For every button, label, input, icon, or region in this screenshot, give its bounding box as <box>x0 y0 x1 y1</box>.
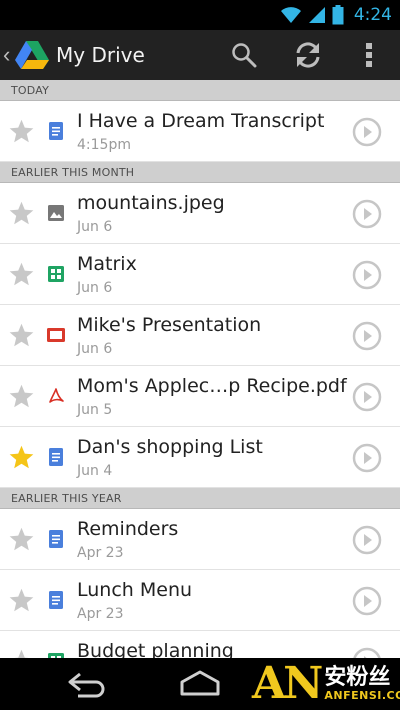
file-date: Apr 23 <box>77 545 124 561</box>
file-title: Budget planning <box>77 640 234 658</box>
file-date: Jun 6 <box>77 219 113 235</box>
document-icon <box>47 530 65 548</box>
star-icon[interactable] <box>8 444 35 471</box>
star-icon[interactable] <box>8 322 35 349</box>
file-date: 4:15pm <box>77 137 131 153</box>
up-navigation-icon[interactable]: ‹ <box>3 44 13 66</box>
file-title: Mike's Presentation <box>77 314 262 336</box>
document-icon <box>47 122 65 140</box>
home-icon[interactable] <box>176 668 224 700</box>
overflow-menu-button[interactable] <box>344 30 394 80</box>
watermark-cn-text: 安粉丝 <box>324 664 391 690</box>
battery-icon <box>332 5 344 25</box>
section-header: EARLIER THIS MONTH <box>0 162 400 183</box>
document-icon <box>47 591 65 609</box>
file-title: mountains.jpeg <box>77 192 225 214</box>
status-time: 4:24 <box>353 5 392 25</box>
file-date: Apr 23 <box>77 606 124 622</box>
status-bar: 4:24 <box>0 0 400 30</box>
spreadsheet-icon <box>47 265 65 283</box>
refresh-icon <box>296 42 320 68</box>
document-icon <box>47 448 65 466</box>
file-date: Jun 4 <box>77 463 113 479</box>
file-date: Jun 5 <box>77 402 113 418</box>
file-row[interactable]: mountains.jpeg Jun 6 <box>0 183 400 244</box>
file-row[interactable]: Matrix Jun 6 <box>0 244 400 305</box>
search-icon <box>232 43 257 68</box>
open-details-button[interactable] <box>352 525 382 555</box>
drive-logo-icon[interactable] <box>14 39 50 71</box>
file-date: Jun 6 <box>77 280 113 296</box>
file-row[interactable]: Budget planning <box>0 631 400 658</box>
page-title: My Drive <box>56 43 145 67</box>
overflow-menu-icon <box>366 43 372 67</box>
pdf-icon <box>47 387 65 405</box>
open-details-button[interactable] <box>352 199 382 229</box>
file-row[interactable]: Mike's Presentation Jun 6 <box>0 305 400 366</box>
image-icon <box>47 204 65 222</box>
open-details-button[interactable] <box>352 443 382 473</box>
star-icon[interactable] <box>8 200 35 227</box>
watermark-en-text: ANFENSI.COM <box>324 689 400 703</box>
star-icon[interactable] <box>8 526 35 553</box>
file-row[interactable]: Reminders Apr 23 <box>0 509 400 570</box>
wifi-icon <box>280 7 301 23</box>
refresh-button[interactable] <box>283 30 333 80</box>
file-title: Reminders <box>77 518 179 540</box>
status-icons: 4:24 <box>280 4 392 26</box>
open-details-button[interactable] <box>352 117 382 147</box>
star-icon[interactable] <box>8 118 35 145</box>
search-button[interactable] <box>219 30 269 80</box>
presentation-icon <box>47 326 65 344</box>
signal-icon <box>308 7 325 23</box>
star-icon[interactable] <box>8 648 35 658</box>
star-icon[interactable] <box>8 587 35 614</box>
back-icon[interactable] <box>66 668 110 700</box>
watermark: AN 安粉丝 ANFENSI.COM <box>252 660 400 708</box>
open-details-button[interactable] <box>352 647 382 658</box>
file-date: Jun 6 <box>77 341 113 357</box>
file-title: I Have a Dream Transcript <box>77 110 325 132</box>
open-details-button[interactable] <box>352 382 382 412</box>
file-row[interactable]: Mom's Applec…p Recipe.pdf Jun 5 <box>0 366 400 427</box>
file-row[interactable]: Dan's shopping List Jun 4 <box>0 427 400 488</box>
section-header: TODAY <box>0 80 400 101</box>
open-details-button[interactable] <box>352 586 382 616</box>
file-title: Lunch Menu <box>77 579 193 601</box>
file-row[interactable]: I Have a Dream Transcript 4:15pm <box>0 101 400 162</box>
file-title: Dan's shopping List <box>77 436 263 458</box>
star-icon[interactable] <box>8 383 35 410</box>
star-icon[interactable] <box>8 261 35 288</box>
watermark-logo: AN <box>252 658 323 709</box>
section-header: EARLIER THIS YEAR <box>0 488 400 509</box>
file-title: Mom's Applec…p Recipe.pdf <box>77 375 347 397</box>
action-bar: ‹ My Drive <box>0 30 400 80</box>
open-details-button[interactable] <box>352 260 382 290</box>
file-row[interactable]: Lunch Menu Apr 23 <box>0 570 400 631</box>
file-list[interactable]: TODAY I Have a Dream Transcript 4:15pm EARL… <box>0 80 400 658</box>
open-details-button[interactable] <box>352 321 382 351</box>
file-title: Matrix <box>77 253 137 275</box>
